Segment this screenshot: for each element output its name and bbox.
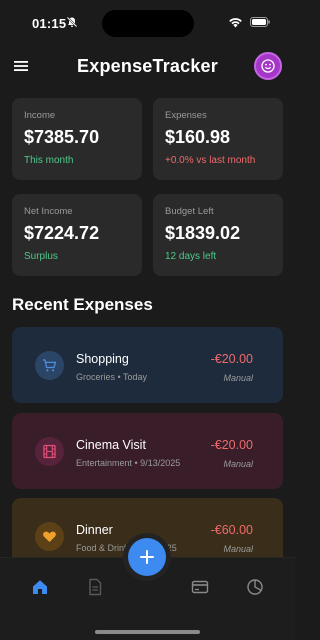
card-subtitle: Surplus <box>24 251 58 262</box>
net-income-card[interactable]: Net Income $7224.72 Surplus <box>12 194 142 276</box>
expense-amount: -€20.00 <box>210 438 253 452</box>
expense-source: Manual <box>223 459 253 469</box>
expense-source: Manual <box>223 373 253 383</box>
expense-name: Dinner <box>76 523 113 537</box>
status-bar: 01:15 <box>0 0 295 44</box>
card-value: $7385.70 <box>24 127 100 147</box>
profile-avatar[interactable] <box>254 52 282 80</box>
expense-name: Shopping <box>76 352 129 366</box>
app-header: ExpenseTracker <box>0 48 295 86</box>
expense-item[interactable]: Cinema Visit Entertainment • 9/13/2025 -… <box>12 413 283 489</box>
card-subtitle: This month <box>24 155 74 166</box>
budget-left-card[interactable]: Budget Left $1839.02 12 days left <box>153 194 283 276</box>
expense-meta: Groceries • Today <box>76 372 148 382</box>
expense-source: Manual <box>223 544 253 554</box>
expense-item[interactable]: Shopping Groceries • Today -€20.00 Manua… <box>12 327 283 403</box>
heart-icon <box>43 531 56 542</box>
card-label: Expenses <box>165 110 207 121</box>
smiley-icon <box>261 59 275 73</box>
card-label: Net Income <box>24 206 73 217</box>
expense-name: Cinema Visit <box>76 438 146 452</box>
battery-icon <box>250 17 270 27</box>
section-title: Recent Expenses <box>12 295 153 314</box>
card-value: $7224.72 <box>24 223 100 243</box>
card-value: $1839.02 <box>165 223 241 243</box>
film-icon <box>43 444 56 459</box>
bell-muted-icon <box>66 16 78 28</box>
document-icon[interactable] <box>86 578 104 596</box>
card-value: $160.98 <box>165 127 231 147</box>
category-icon-circle <box>35 522 64 551</box>
shopping-cart-icon <box>43 359 57 372</box>
add-expense-button[interactable] <box>128 538 166 576</box>
home-icon[interactable] <box>31 578 49 596</box>
card-label: Budget Left <box>165 206 214 217</box>
app-title: ExpenseTracker <box>77 56 218 76</box>
category-icon-circle <box>35 351 64 380</box>
dynamic-island <box>102 10 194 37</box>
income-card[interactable]: Income $7385.70 This month <box>12 98 142 180</box>
home-indicator <box>95 630 200 634</box>
status-time: 01:15 <box>32 16 67 31</box>
credit-card-icon[interactable] <box>191 578 209 596</box>
category-icon-circle <box>35 437 64 466</box>
expense-amount: -€60.00 <box>210 523 253 537</box>
card-label: Income <box>24 110 56 121</box>
expense-meta: Entertainment • 9/13/2025 <box>76 458 181 468</box>
card-subtitle: +0.0% vs last month <box>165 155 256 166</box>
expense-amount: -€20.00 <box>210 352 253 366</box>
expenses-card[interactable]: Expenses $160.98 +0.0% vs last month <box>153 98 283 180</box>
pie-chart-icon[interactable] <box>246 578 264 596</box>
wifi-icon <box>229 18 242 28</box>
plus-icon <box>140 550 154 564</box>
card-subtitle: 12 days left <box>165 251 217 262</box>
